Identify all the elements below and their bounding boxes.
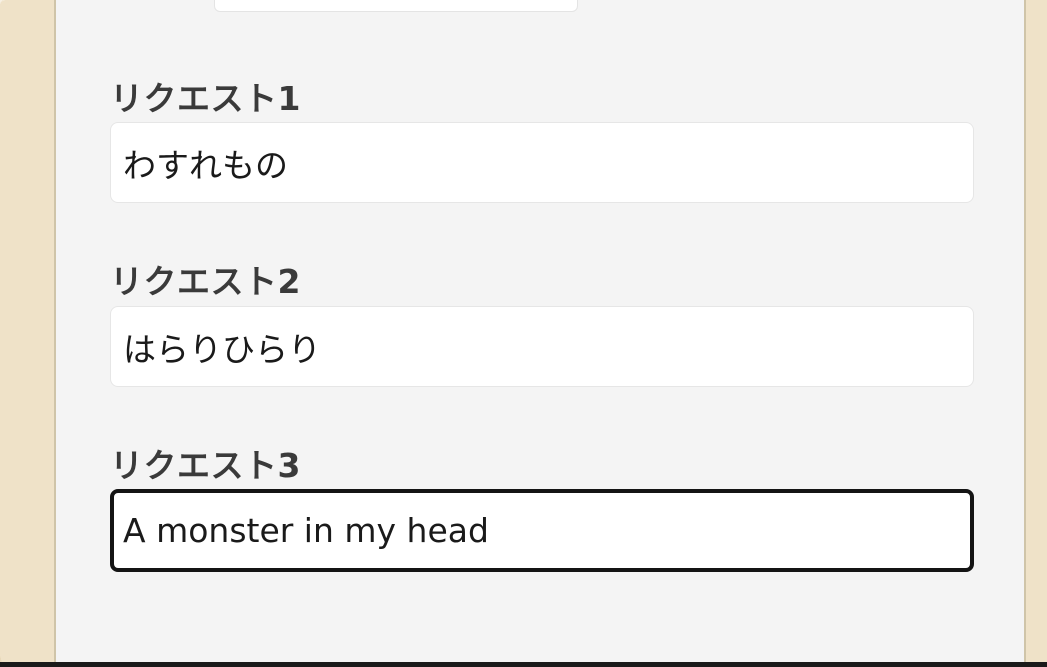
request-1-input[interactable] [110,122,974,203]
request-2-input[interactable] [110,306,974,387]
request-2-label: リクエスト2 [110,262,301,301]
request-form-panel: リクエスト1 リクエスト2 リクエスト3 [54,0,1026,662]
request-3-input[interactable] [110,489,974,572]
request-3-label: リクエスト3 [110,446,301,485]
request-1-label: リクエスト1 [110,79,301,118]
bottom-bar [0,662,1047,667]
previous-input-field[interactable] [214,0,578,12]
